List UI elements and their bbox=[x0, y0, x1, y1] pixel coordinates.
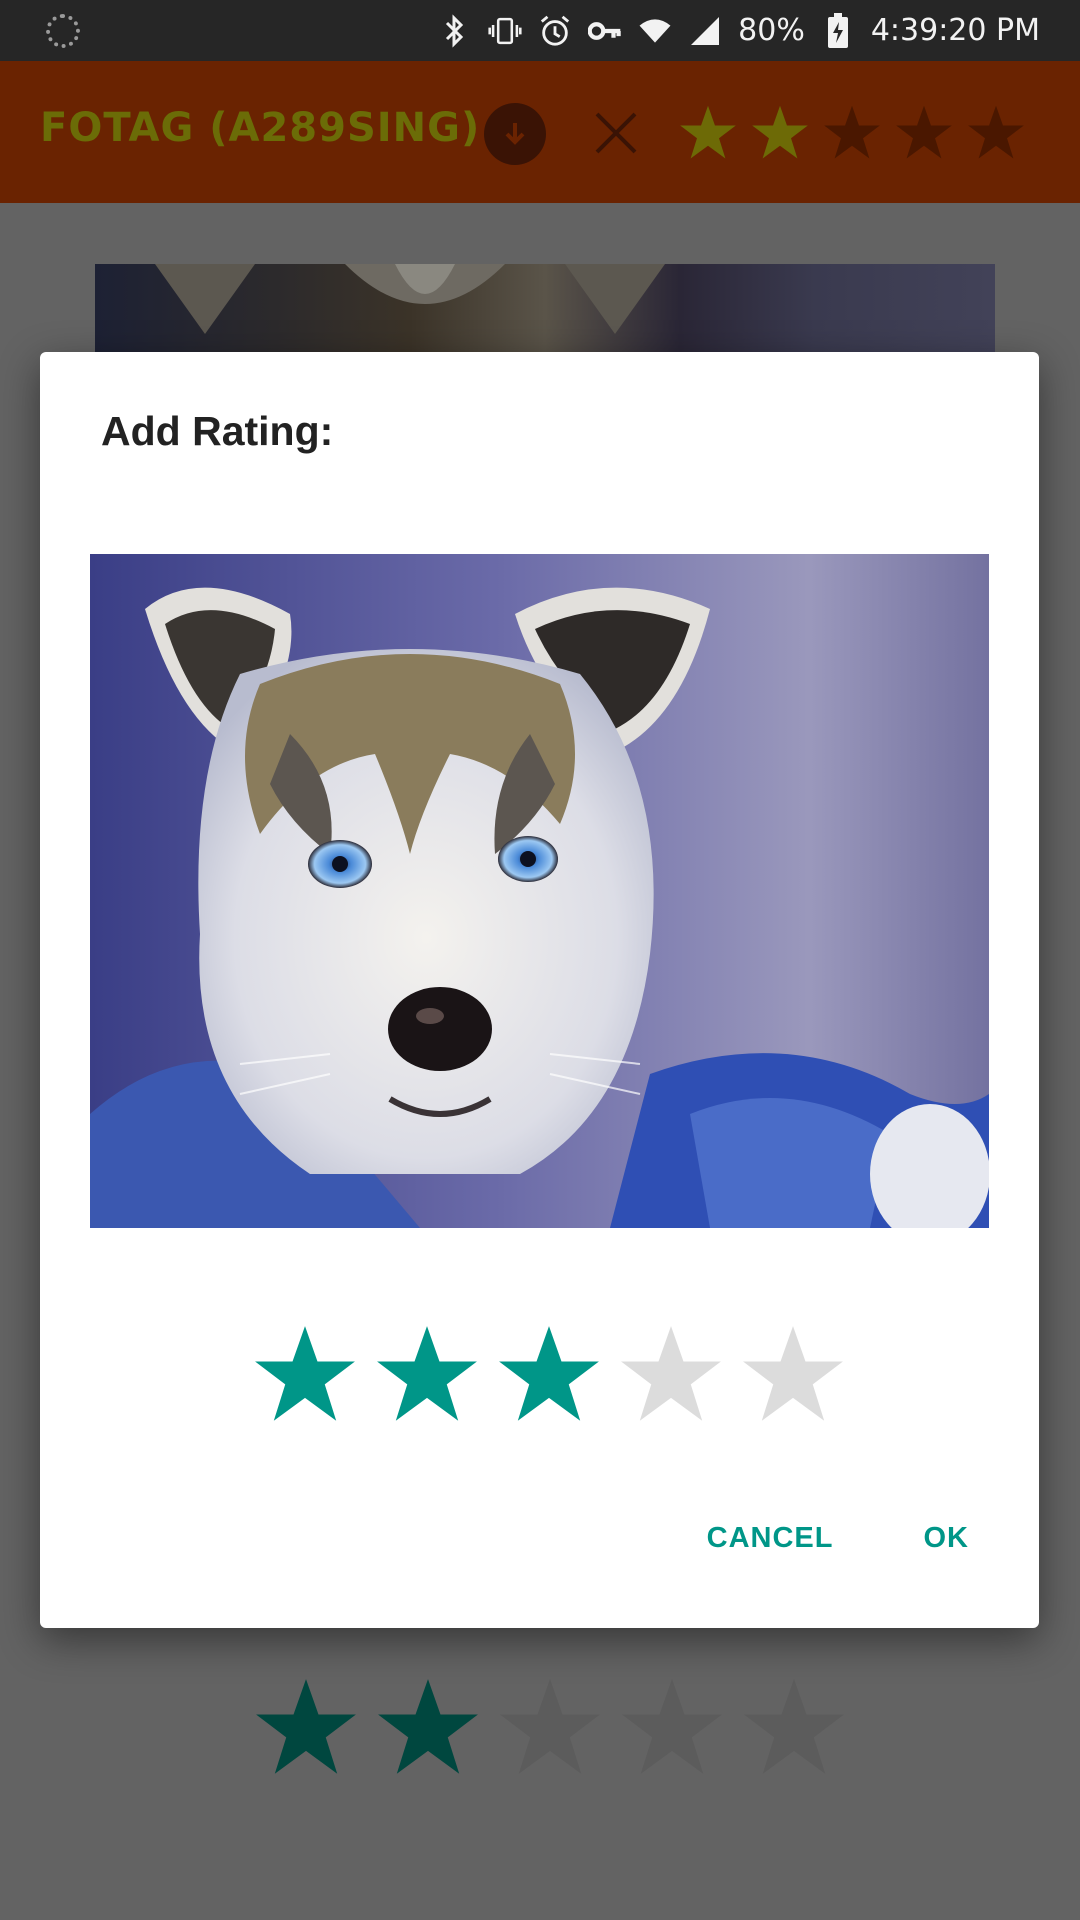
filter-star-3[interactable] bbox=[816, 97, 888, 169]
download-button[interactable] bbox=[484, 103, 546, 165]
clock: 4:39:20 PM bbox=[870, 13, 1040, 48]
star-empty-icon bbox=[968, 105, 1024, 159]
star-filled-icon bbox=[499, 1326, 599, 1421]
alarm-icon bbox=[538, 14, 572, 48]
app-bar: FOTAG (A289SING) bbox=[0, 61, 1080, 203]
card-star-5 bbox=[733, 1676, 855, 1780]
star-filled-icon bbox=[752, 105, 808, 159]
filter-star-1[interactable] bbox=[672, 97, 744, 169]
card-star-4 bbox=[611, 1676, 733, 1780]
star-filled-icon bbox=[255, 1326, 355, 1421]
status-icons: 80% 4:39:20 PM bbox=[438, 0, 1040, 61]
star-empty-icon bbox=[622, 1679, 722, 1774]
star-empty-icon bbox=[744, 1679, 844, 1774]
rating-star-4[interactable] bbox=[610, 1320, 732, 1430]
filter-star-2[interactable] bbox=[744, 97, 816, 169]
battery-percent: 80% bbox=[738, 13, 805, 48]
cell-signal-icon bbox=[688, 14, 722, 48]
wifi-icon bbox=[638, 14, 672, 48]
status-bar: 80% 4:39:20 PM bbox=[0, 0, 1080, 61]
star-filled-icon bbox=[377, 1326, 477, 1421]
vpn-key-icon bbox=[588, 14, 622, 48]
star-filled-icon bbox=[256, 1679, 356, 1774]
card-star-2 bbox=[367, 1676, 489, 1780]
star-empty-icon bbox=[500, 1679, 600, 1774]
background-photo bbox=[95, 264, 995, 354]
app-title: FOTAG (A289SING) bbox=[40, 105, 481, 151]
download-icon bbox=[505, 123, 525, 145]
filter-star-4[interactable] bbox=[888, 97, 960, 169]
dialog-title: Add Rating: bbox=[101, 408, 334, 454]
battery-charging-icon bbox=[821, 12, 855, 48]
ok-button[interactable]: OK bbox=[924, 1522, 970, 1555]
rating-star-2[interactable] bbox=[366, 1320, 488, 1430]
star-empty-icon bbox=[824, 105, 880, 159]
dialog-photo bbox=[90, 554, 989, 1228]
rating-bar[interactable] bbox=[244, 1320, 854, 1430]
rating-star-5[interactable] bbox=[732, 1320, 854, 1430]
card-star-1 bbox=[245, 1676, 367, 1780]
cancel-button[interactable]: CANCEL bbox=[707, 1522, 834, 1555]
star-filled-icon bbox=[680, 105, 736, 159]
star-empty-icon bbox=[896, 105, 952, 159]
vibrate-icon bbox=[488, 14, 522, 48]
star-filled-icon bbox=[378, 1679, 478, 1774]
dialog-actions: CANCEL OK bbox=[707, 1522, 969, 1555]
clear-filter-button[interactable] bbox=[588, 105, 644, 161]
bluetooth-icon bbox=[438, 13, 472, 48]
close-icon bbox=[595, 112, 637, 154]
card-star-3 bbox=[489, 1676, 611, 1780]
star-empty-icon bbox=[743, 1326, 843, 1421]
filter-rating-bar[interactable] bbox=[672, 97, 1032, 169]
rating-star-3[interactable] bbox=[488, 1320, 610, 1430]
rating-star-1[interactable] bbox=[244, 1320, 366, 1430]
background-rating-bar bbox=[245, 1676, 855, 1780]
add-rating-dialog: Add Rating: CANCEL OK bbox=[40, 352, 1039, 1628]
star-empty-icon bbox=[621, 1326, 721, 1421]
loading-icon bbox=[46, 14, 80, 48]
filter-star-5[interactable] bbox=[960, 97, 1032, 169]
